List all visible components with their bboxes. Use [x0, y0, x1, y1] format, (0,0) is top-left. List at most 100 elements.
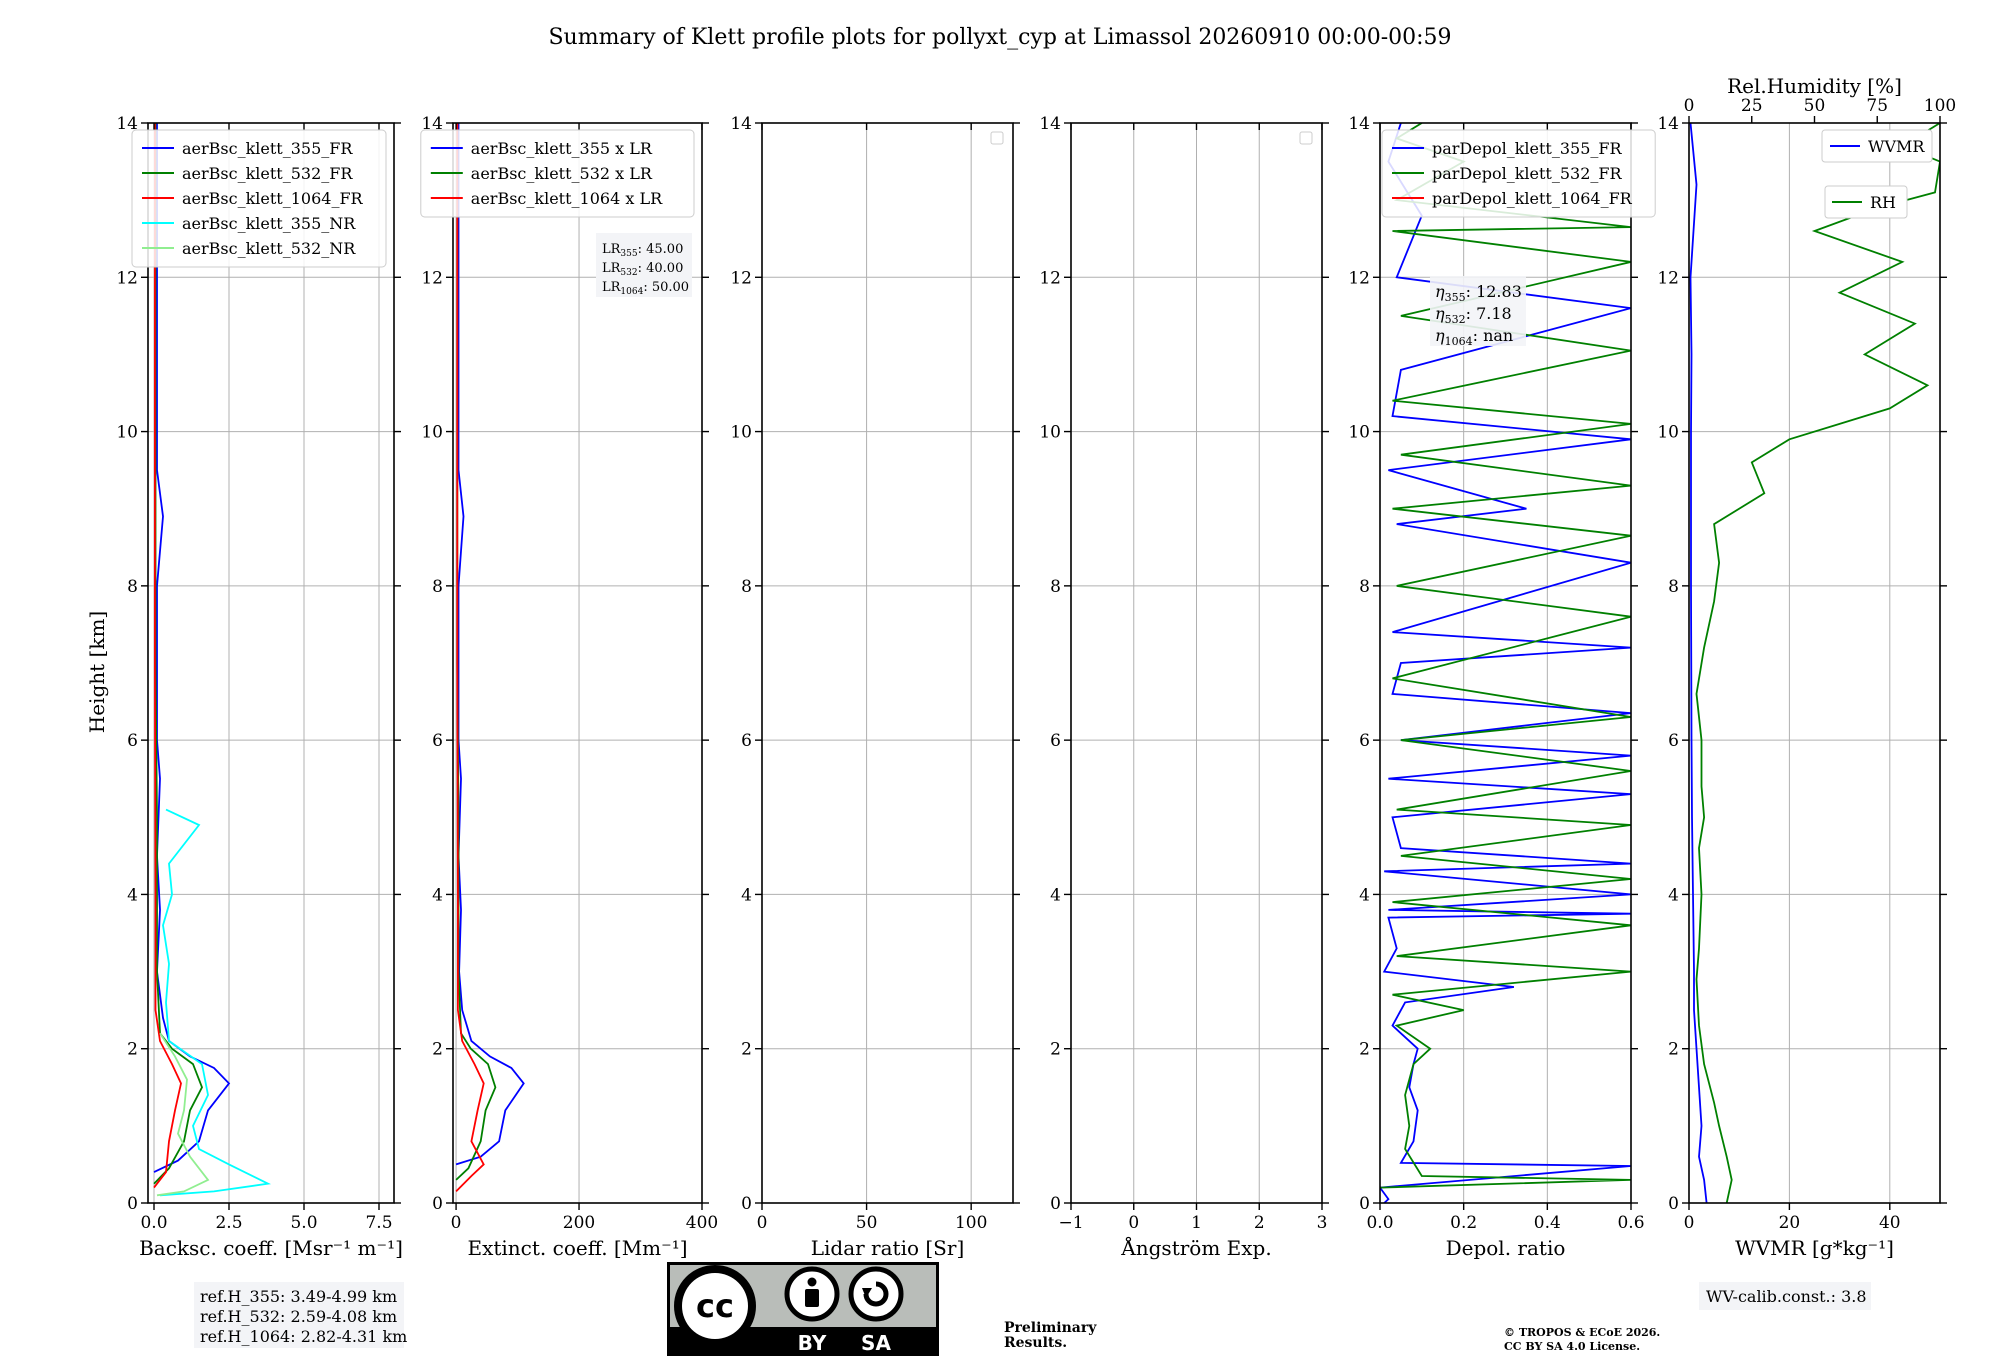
- figure-title: Summary of Klett profile plots for polly…: [548, 25, 1451, 50]
- y-tick-label: 12: [421, 268, 443, 288]
- y-tick-label: 14: [1657, 114, 1679, 134]
- ref-height-1064: ref.H_1064: 2.82-4.31 km: [200, 1327, 407, 1346]
- cc-sa-label: SA: [861, 1331, 891, 1355]
- legend: WVMR RH: [1821, 129, 1933, 219]
- x-axis-label: Backsc. coeff. [Msr⁻¹ m⁻¹]: [139, 1236, 403, 1260]
- rh-tick-label: 100: [1924, 96, 1956, 116]
- legend-label: parDepol_klett_532_FR: [1432, 164, 1623, 183]
- x-tick-label: 3: [1317, 1213, 1328, 1233]
- legend-label: WVMR: [1868, 137, 1925, 156]
- y-tick-label: 2: [741, 1040, 752, 1060]
- y-tick-label: 10: [116, 423, 138, 443]
- preliminary-label: Preliminary: [1004, 1320, 1097, 1336]
- rh-axis-label: Rel.Humidity [%]: [1727, 74, 1902, 98]
- axes-frame: [1688, 122, 1941, 1204]
- y-tick-label: 2: [1668, 1040, 1679, 1060]
- y-tick-label: 14: [1039, 114, 1061, 134]
- height-axis-label: Height [km]: [85, 611, 109, 733]
- legend-label: aerBsc_klett_1064 x LR: [471, 189, 663, 208]
- y-tick-label: 8: [1050, 577, 1061, 597]
- y-tick-label: 10: [1657, 423, 1679, 443]
- cc-logo-icon: cc: [696, 1287, 734, 1325]
- x-tick-label: 0.0: [1366, 1213, 1393, 1233]
- copyright-line-1: © TROPOS & ECoE 2026.: [1504, 1326, 1660, 1339]
- wv-calib-box: WV-calib.const.: 3.8: [1699, 1282, 1871, 1310]
- legend: aerBsc_klett_355_FR aerBsc_klett_532_FRae…: [131, 129, 387, 268]
- y-tick-label: 14: [730, 114, 752, 134]
- attribution-icon-body: [805, 1289, 819, 1307]
- y-tick-label: 4: [127, 885, 138, 905]
- rh-tick-label: 75: [1866, 96, 1888, 116]
- x-tick-label: 0.2: [1450, 1213, 1477, 1233]
- y-tick-label: 8: [127, 577, 138, 597]
- y-tick-label: 0: [1668, 1194, 1679, 1214]
- reference-height-box: ref.H_355: 3.49-4.99 km ref.H_532: 2.59-…: [194, 1282, 407, 1348]
- x-tick-label: 400: [686, 1213, 718, 1233]
- legend-label: aerBsc_klett_355_FR: [182, 139, 353, 158]
- y-tick-label: 4: [741, 885, 752, 905]
- panel-lidar-ratio: 0 50 100 0 2 4 6 8 10 12 14 Lidar ratio [Sr]: [730, 114, 1020, 1260]
- y-tick-label: 4: [1359, 885, 1370, 905]
- attribution-icon-head: [807, 1277, 817, 1287]
- series-line-rh: [1695, 123, 1940, 1203]
- x-tick-label: 0: [757, 1213, 768, 1233]
- rh-tick-label: 50: [1804, 96, 1826, 116]
- x-tick-label: 1: [1191, 1213, 1202, 1233]
- x-axis-label: Lidar ratio [Sr]: [811, 1236, 965, 1260]
- series-group: [455, 123, 525, 1193]
- x-tick-label: 50: [856, 1213, 878, 1233]
- y-tick-label: 14: [1348, 114, 1370, 134]
- x-tick-label: 0.0: [140, 1213, 167, 1233]
- lidar-ratio-1064: LR1064: 50.00: [602, 280, 689, 297]
- rh-tick-label: 0: [1684, 96, 1695, 116]
- panel-extinction: 0 200 40002468101214Extinct. coeff. [Mm⁻¹]…: [420, 114, 718, 1260]
- x-axis-label: Depol. ratio: [1446, 1236, 1566, 1260]
- y-tick-label: 12: [1657, 268, 1679, 288]
- y-tick-label: 10: [1348, 423, 1370, 443]
- x-tick-label: 0.6: [1617, 1213, 1644, 1233]
- axes-frame: [761, 122, 1014, 1204]
- x-tick-label: 20: [1779, 1213, 1801, 1233]
- x-tick-label: 0: [1128, 1213, 1139, 1233]
- series-group: [1689, 123, 1940, 1203]
- x-tick-label: 0.4: [1534, 1213, 1561, 1233]
- x-tick-label: 5.0: [290, 1213, 317, 1233]
- panel-wvmr: 0 20 40 0 2 4 6 8 10 12 14 WVMR [g*kg⁻¹] 0 25 50 75 100 R…: [1657, 74, 1956, 1310]
- x-tick-label: 0: [451, 1213, 462, 1233]
- y-tick-label: 12: [1039, 268, 1061, 288]
- share-alike-icon: [848, 1266, 904, 1322]
- empty-legend: [1299, 131, 1313, 145]
- y-tick-label: 4: [1050, 885, 1061, 905]
- y-tick-label: 6: [127, 731, 138, 751]
- legend-label: aerBsc_klett_532_FR: [182, 164, 353, 183]
- cc-license-badge: cc BY SA: [667, 1262, 939, 1356]
- lidar-ratio-box: LR355: 45.00 LR532: 40.00 LR1064: 50.00: [596, 233, 692, 297]
- axes-frame: [147, 122, 395, 1204]
- y-tick-label: 10: [1039, 423, 1061, 443]
- series-line-1: [455, 123, 497, 1181]
- x-tick-label: 7.5: [365, 1213, 392, 1233]
- ref-height-532: ref.H_532: 2.59-4.08 km: [200, 1307, 397, 1326]
- y-tick-label: 6: [1050, 731, 1061, 751]
- y-tick-label: 8: [1359, 577, 1370, 597]
- x-tick-label: 0: [1684, 1213, 1695, 1233]
- y-tick-label: 8: [741, 577, 752, 597]
- panels: 0.0 2.5 5.0 7.502468101214Backsc. coeff. [M…: [116, 74, 1956, 1310]
- legend-label: aerBsc_klett_1064_FR: [182, 189, 364, 208]
- x-tick-label: −1: [1058, 1213, 1083, 1233]
- x-axis-label: WVMR [g*kg⁻¹]: [1735, 1236, 1894, 1260]
- cc-by-label: BY: [798, 1331, 827, 1355]
- series-line-1: [153, 123, 203, 1185]
- wv-calib-text: WV-calib.const.: 3.8: [1706, 1287, 1867, 1306]
- y-tick-label: 12: [730, 268, 752, 288]
- legend-label: aerBsc_klett_532 x LR: [471, 164, 653, 183]
- y-tick-label: 6: [1359, 731, 1370, 751]
- y-tick-label: 10: [421, 423, 443, 443]
- legend-label: parDepol_klett_1064_FR: [1432, 189, 1633, 208]
- y-tick-label: 2: [127, 1040, 138, 1060]
- x-tick-label: 40: [1879, 1213, 1901, 1233]
- y-tick-label: 0: [1050, 1194, 1061, 1214]
- legend-label: parDepol_klett_355_FR: [1432, 139, 1623, 158]
- y-tick-label: 10: [730, 423, 752, 443]
- lidar-ratio-355: LR355: 45.00: [602, 242, 683, 259]
